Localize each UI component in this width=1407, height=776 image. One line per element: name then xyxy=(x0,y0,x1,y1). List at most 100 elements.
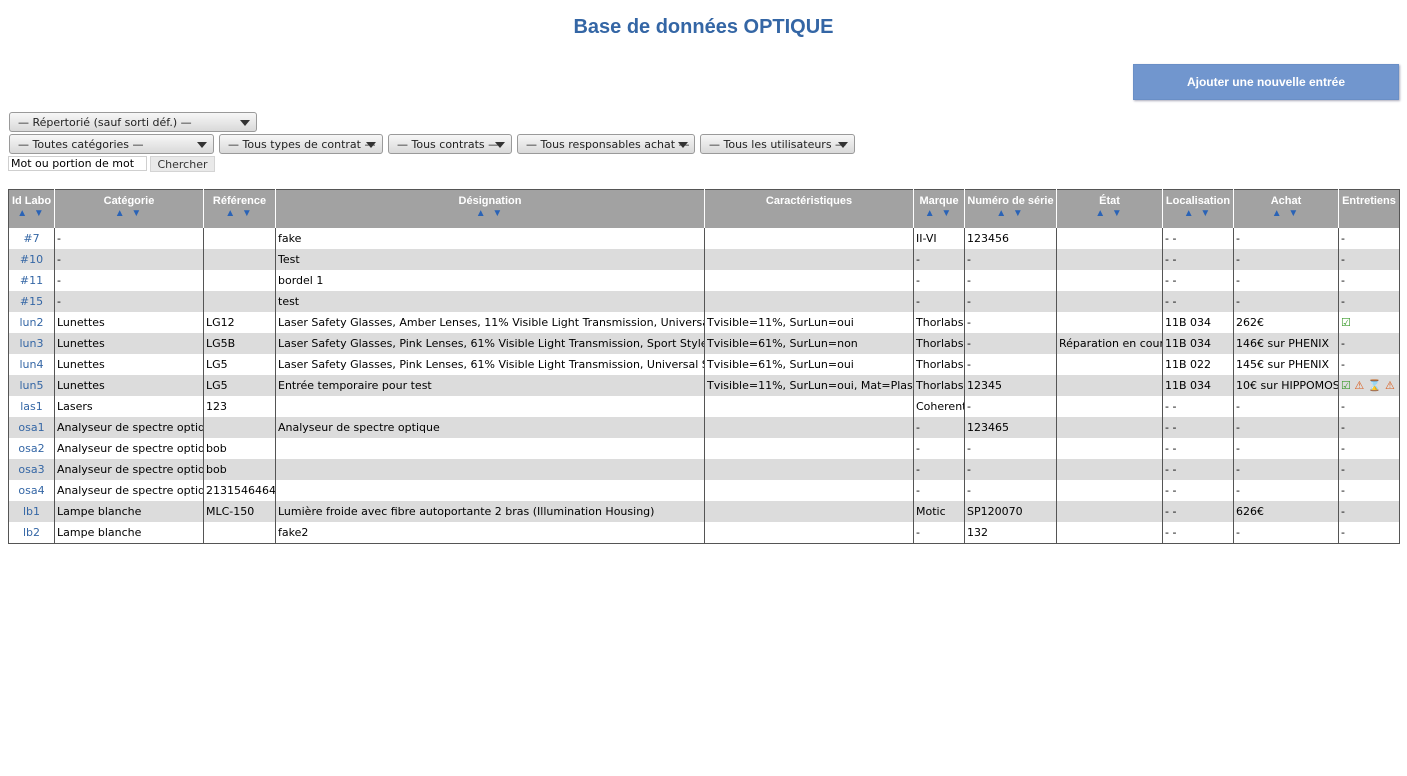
table-row[interactable]: lun5 Lunettes LG5 Entrée temporaire pour te… xyxy=(8,375,1400,396)
caracteristiques-cell xyxy=(704,228,914,249)
category-filter-label: — Toutes catégories — xyxy=(18,137,144,151)
contract-filter-select[interactable]: — Tous contrats — xyxy=(388,134,512,154)
marque-cell: - xyxy=(913,480,965,501)
numero-serie-cell: - xyxy=(964,291,1057,312)
caracteristiques-cell xyxy=(704,417,914,438)
designation-cell: fake2 xyxy=(275,522,705,544)
categorie-cell: Lunettes xyxy=(54,375,204,396)
purchase-manager-filter-select[interactable]: — Tous responsables achat — xyxy=(517,134,695,154)
table-row[interactable]: lun4 Lunettes LG5 Laser Safety Glasses, Pin… xyxy=(9,354,1400,375)
table-row[interactable]: osa3 Analyseur de spectre optique bob - - - -… xyxy=(8,459,1400,480)
table-row[interactable]: #10- Test - - - --- xyxy=(8,249,1400,270)
id-cell[interactable]: lun5 xyxy=(8,375,55,396)
reference-cell xyxy=(203,228,276,249)
id-cell[interactable]: lb1 xyxy=(8,501,55,522)
id-cell[interactable]: osa2 xyxy=(9,438,55,459)
etat-cell xyxy=(1056,291,1163,312)
caracteristiques-cell: Tvisible=11%, SurLun=oui xyxy=(704,312,914,333)
sort-arrows-icon[interactable]: ▲ ▼ xyxy=(965,208,1056,219)
caracteristiques-cell xyxy=(704,249,914,270)
entretiens-cell: - xyxy=(1338,354,1400,375)
category-filter-select[interactable]: — Toutes catégories — xyxy=(9,134,214,154)
sort-arrows-icon[interactable]: ▲ ▼ xyxy=(276,208,704,219)
table-row[interactable]: lun3 Lunettes LG5B Laser Safety Glasses, Pi… xyxy=(8,333,1400,354)
categorie-cell: - xyxy=(54,291,204,312)
entretiens-cell: - xyxy=(1338,333,1400,354)
localisation-cell: - - xyxy=(1162,291,1234,312)
reference-cell xyxy=(203,249,276,270)
categorie-cell: Lunettes xyxy=(54,312,204,333)
localisation-cell: 11B 034 xyxy=(1162,312,1234,333)
table-row[interactable]: osa2 Analyseur de spectre optique bob - - - -… xyxy=(9,438,1400,459)
sort-arrows-icon[interactable]: ▲ ▼ xyxy=(9,208,54,219)
sort-arrows-icon[interactable]: ▲ ▼ xyxy=(55,208,203,219)
search-button[interactable]: Chercher xyxy=(150,156,215,172)
numero-serie-cell: - xyxy=(964,480,1057,501)
table-row[interactable]: lb2 Lampe blanche fake2-132- --- xyxy=(9,522,1400,544)
chevron-down-icon xyxy=(838,142,848,148)
column-header-marque: Marque ▲ ▼ xyxy=(913,189,965,228)
sort-arrows-icon[interactable]: ▲ ▼ xyxy=(204,208,275,219)
user-filter-select[interactable]: — Tous les utilisateurs — xyxy=(700,134,855,154)
designation-cell xyxy=(275,459,705,480)
numero-serie-cell: - xyxy=(964,354,1057,375)
add-entry-button[interactable]: Ajouter une nouvelle entrée xyxy=(1133,64,1399,100)
id-cell[interactable]: lb2 xyxy=(9,522,55,544)
id-cell[interactable]: #10 xyxy=(8,249,55,270)
marque-cell: - xyxy=(913,459,965,480)
id-cell[interactable]: lun3 xyxy=(8,333,55,354)
id-cell[interactable]: osa3 xyxy=(8,459,55,480)
designation-cell: Laser Safety Glasses, Pink Lenses, 61% V… xyxy=(275,354,705,375)
categorie-cell: Analyseur de spectre optique xyxy=(54,417,204,438)
etat-cell xyxy=(1056,354,1163,375)
contract-type-filter-select[interactable]: — Tous types de contrat — xyxy=(219,134,383,154)
warning-icon: ⚠ xyxy=(1384,379,1395,392)
marque-cell: - xyxy=(913,438,965,459)
table-row[interactable]: #11- bordel 1--- --- xyxy=(9,270,1400,291)
id-cell[interactable]: osa4 xyxy=(9,480,55,501)
sort-arrows-icon[interactable]: ▲ ▼ xyxy=(1234,208,1338,219)
categorie-cell: - xyxy=(54,228,204,249)
categorie-cell: - xyxy=(54,249,204,270)
id-cell[interactable]: #15 xyxy=(8,291,55,312)
table-row[interactable]: #7- fake II-VI 123456- --- xyxy=(9,228,1400,249)
entretiens-cell: - xyxy=(1338,459,1400,480)
sort-arrows-icon[interactable]: ▲ ▼ xyxy=(1163,208,1233,219)
etat-cell xyxy=(1056,438,1163,459)
table-row[interactable]: las1 Lasers 123 Coherent - - --- xyxy=(9,396,1400,417)
caracteristiques-cell xyxy=(704,459,914,480)
categorie-cell: Analyseur de spectre optique xyxy=(54,480,204,501)
id-cell[interactable]: las1 xyxy=(9,396,55,417)
table-row[interactable]: osa4 Analyseur de spectre optique 21315464… xyxy=(9,480,1400,501)
sort-arrows-icon[interactable]: ▲ ▼ xyxy=(914,208,964,219)
table-row[interactable]: lun2 Lunettes LG12 Laser Safety Glasses, Am… xyxy=(9,312,1400,333)
localisation-cell: - - xyxy=(1162,459,1234,480)
reference-cell: bob xyxy=(203,459,276,480)
numero-serie-cell: - xyxy=(964,249,1057,270)
repertoire-filter-label: — Répertorié (sauf sorti déf.) — xyxy=(18,115,192,129)
numero-serie-cell: 132 xyxy=(964,522,1057,544)
designation-cell: Analyseur de spectre optique xyxy=(275,417,705,438)
categorie-cell: Lampe blanche xyxy=(54,522,204,544)
id-cell[interactable]: osa1 xyxy=(8,417,55,438)
repertoire-filter-select[interactable]: — Répertorié (sauf sorti déf.) — xyxy=(9,112,257,132)
categorie-cell: Lunettes xyxy=(54,333,204,354)
id-cell[interactable]: #7 xyxy=(9,228,55,249)
etat-cell xyxy=(1056,459,1163,480)
table-row[interactable]: #15- test - - - --- xyxy=(8,291,1400,312)
id-cell[interactable]: lun2 xyxy=(9,312,55,333)
id-cell[interactable]: lun4 xyxy=(9,354,55,375)
caracteristiques-cell xyxy=(704,501,914,522)
designation-cell: Laser Safety Glasses, Amber Lenses, 11% … xyxy=(275,312,705,333)
id-cell[interactable]: #11 xyxy=(9,270,55,291)
table-row[interactable]: osa1 Analyseur de spectre optique Analyseu… xyxy=(8,417,1400,438)
table-row[interactable]: lb1 Lampe blanche MLC-150 Lumière froide av… xyxy=(8,501,1400,522)
sort-arrows-icon[interactable]: ▲ ▼ xyxy=(1057,208,1162,219)
caracteristiques-cell xyxy=(704,438,914,459)
numero-serie-cell: - xyxy=(964,333,1057,354)
marque-cell: Thorlabs xyxy=(913,312,965,333)
designation-cell: fake xyxy=(275,228,705,249)
table-body: #7- fake II-VI 123456- - - - #10- Test - - - - - - #1… xyxy=(8,228,1400,544)
achat-cell: 145€ sur PHENIX xyxy=(1233,354,1339,375)
search-input[interactable] xyxy=(8,156,147,171)
